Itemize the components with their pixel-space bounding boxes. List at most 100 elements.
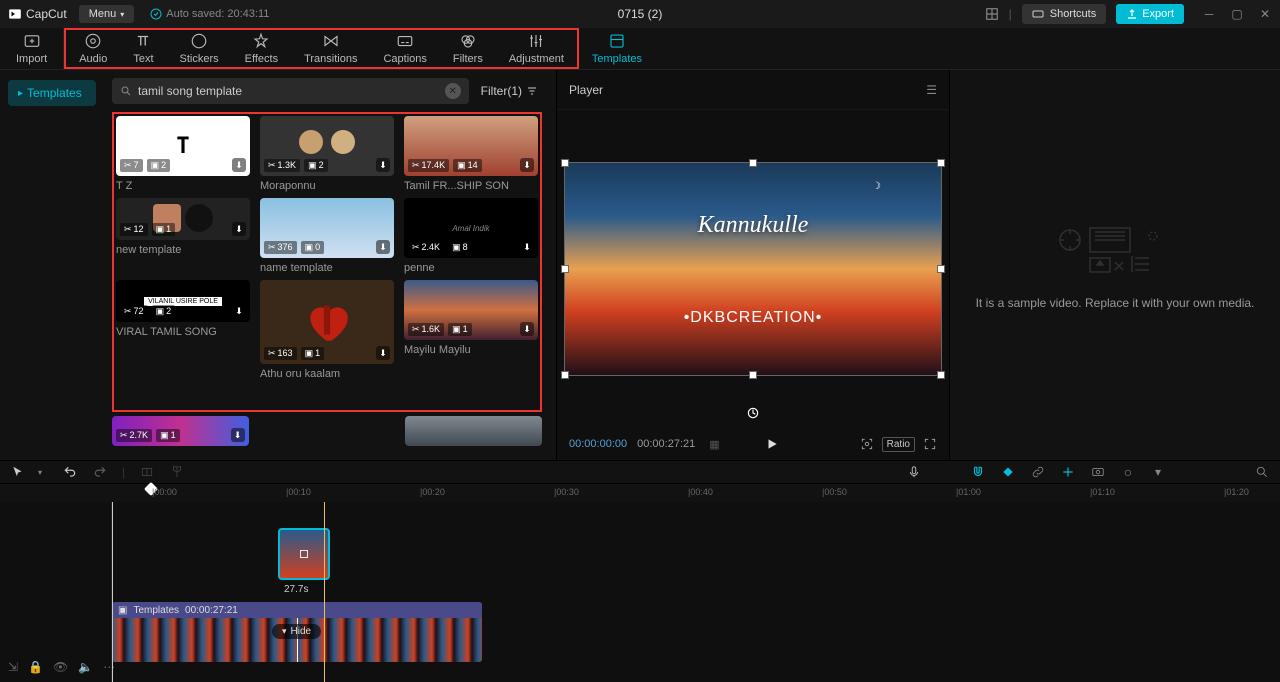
template-item[interactable]: VILANIL USIRE POLE ✂ 72▣ 2⬇ VIRAL TAMIL … bbox=[116, 280, 250, 380]
effects-icon bbox=[252, 32, 270, 50]
zoom-out-icon[interactable]: ○ bbox=[1120, 464, 1136, 480]
autosave-status: Auto saved: 20:43:11 bbox=[150, 8, 269, 20]
start-marker bbox=[112, 502, 113, 682]
search-icon bbox=[120, 85, 132, 97]
tl-eye-icon[interactable]: 👁 bbox=[53, 660, 68, 674]
filter-button[interactable]: Filter(1) bbox=[477, 84, 542, 98]
template-item[interactable]: Amal Indik ✂ 2.4K▣ 8⬇ penne bbox=[404, 198, 538, 274]
download-icon[interactable]: ⬇ bbox=[520, 158, 534, 172]
template-track-clip[interactable]: ▣ Templates 00:00:27:21 ▾ Hide bbox=[112, 602, 482, 662]
play-button[interactable] bbox=[765, 437, 779, 451]
tl-mute-icon[interactable]: 🔈 bbox=[78, 660, 93, 674]
sidebar-item-templates[interactable]: ▸ Templates bbox=[8, 80, 96, 106]
download-icon[interactable]: ⬇ bbox=[520, 240, 534, 254]
pointer-dropdown-icon[interactable]: ▾ bbox=[32, 464, 48, 480]
playhead-line[interactable] bbox=[324, 502, 325, 682]
template-item[interactable]: ✂ 1.6K▣ 1⬇ Mayilu Mayilu bbox=[404, 280, 538, 380]
template-item[interactable] bbox=[405, 416, 542, 446]
export-button[interactable]: Export bbox=[1116, 4, 1184, 24]
transitions-icon bbox=[322, 32, 340, 50]
import-tab[interactable]: Import bbox=[0, 28, 64, 69]
adjustment-icon bbox=[527, 32, 545, 50]
clip-time-label: 27.7s bbox=[284, 584, 308, 595]
menu-button[interactable]: Menu ▾ bbox=[79, 5, 135, 23]
undo-icon[interactable] bbox=[62, 464, 78, 480]
captions-tab[interactable]: Captions bbox=[370, 30, 439, 67]
mic-icon[interactable] bbox=[906, 464, 922, 480]
download-icon[interactable]: ⬇ bbox=[376, 240, 390, 254]
download-icon[interactable]: ⬇ bbox=[232, 222, 246, 236]
template-item[interactable]: ✂ 1.3K▣ 2⬇ Moraponnu bbox=[260, 116, 394, 192]
timeline-settings-icon[interactable]: ▾ bbox=[1150, 464, 1166, 480]
audio-tab[interactable]: Audio bbox=[66, 30, 120, 67]
preview-axis-icon[interactable] bbox=[1060, 464, 1076, 480]
filter-icon bbox=[526, 85, 538, 97]
captions-icon bbox=[396, 32, 414, 50]
hide-track-button[interactable]: ▾ Hide bbox=[272, 624, 321, 639]
download-icon[interactable]: ⬇ bbox=[376, 346, 390, 360]
redo-icon[interactable] bbox=[92, 464, 108, 480]
filters-icon bbox=[459, 32, 477, 50]
effects-tab[interactable]: Effects bbox=[232, 30, 291, 67]
placeholder-graphic bbox=[1055, 220, 1175, 280]
template-item[interactable]: ✂ 2.7K▣ 1⬇ bbox=[112, 416, 249, 446]
zoom-fit-icon[interactable] bbox=[1254, 464, 1270, 480]
template-item[interactable]: ✂ 376▣ 0⬇ name template bbox=[260, 198, 394, 274]
download-icon[interactable]: ⬇ bbox=[231, 428, 245, 442]
stickers-icon bbox=[190, 32, 208, 50]
templates-icon bbox=[608, 32, 626, 50]
maximize-icon[interactable]: ▢ bbox=[1230, 7, 1244, 21]
project-title: 0715 (2) bbox=[618, 7, 663, 21]
split-icon[interactable] bbox=[139, 464, 155, 480]
rotate-handle-icon[interactable] bbox=[746, 406, 760, 420]
stickers-tab[interactable]: Stickers bbox=[167, 30, 232, 67]
sample-media-text: It is a sample video. Replace it with yo… bbox=[956, 296, 1275, 310]
template-item[interactable]: ✂ 17.4K▣ 14⬇ Tamil FR...SHIP SON bbox=[404, 116, 538, 192]
templates-tab[interactable]: Templates bbox=[579, 28, 655, 69]
video-preview[interactable]: ☽ Kannukulle •DKBCREATION• bbox=[565, 163, 941, 375]
link-icon[interactable] bbox=[1030, 464, 1046, 480]
fullscreen-icon[interactable] bbox=[923, 437, 937, 451]
text-tab[interactable]: Text bbox=[120, 30, 166, 67]
download-icon[interactable]: ⬇ bbox=[520, 322, 534, 336]
download-icon[interactable]: ⬇ bbox=[376, 158, 390, 172]
overlay-text-2: •DKBCREATION• bbox=[684, 309, 823, 327]
template-item[interactable]: T ✂ 7▣ 2⬇ T Z bbox=[116, 116, 250, 192]
player-label: Player bbox=[569, 83, 603, 97]
clear-search-icon[interactable]: ✕ bbox=[445, 83, 461, 99]
app-logo: CapCut bbox=[8, 7, 67, 21]
ratio-button[interactable]: Ratio bbox=[882, 437, 915, 452]
adjustment-tab[interactable]: Adjustment bbox=[496, 30, 577, 67]
template-item[interactable]: ✂ 163▣ 1⬇ Athu oru kaalam bbox=[260, 280, 394, 380]
transitions-tab[interactable]: Transitions bbox=[291, 30, 370, 67]
magnet-icon[interactable] bbox=[970, 464, 986, 480]
layout-icon[interactable] bbox=[985, 7, 999, 21]
time-duration: 00:00:27:21 bbox=[637, 438, 695, 450]
tl-collapse-icon[interactable]: ⇲ bbox=[8, 660, 18, 674]
marker-icon[interactable] bbox=[169, 464, 185, 480]
minimize-icon[interactable]: ─ bbox=[1202, 7, 1216, 21]
blade-icon[interactable] bbox=[1000, 464, 1016, 480]
player-menu-icon[interactable]: ☰ bbox=[926, 83, 937, 97]
import-icon bbox=[23, 32, 41, 50]
shortcuts-button[interactable]: Shortcuts bbox=[1022, 4, 1106, 24]
text-icon bbox=[134, 32, 152, 50]
overlay-text-1: Kannukulle bbox=[698, 212, 809, 239]
download-icon[interactable]: ⬇ bbox=[232, 304, 246, 318]
download-icon[interactable]: ⬇ bbox=[232, 158, 246, 172]
template-results-highlight: T ✂ 7▣ 2⬇ T Z ✂ 1.3K▣ 2⬇ Moraponnu bbox=[112, 112, 542, 412]
capture-icon[interactable] bbox=[1090, 464, 1106, 480]
scan-icon[interactable] bbox=[860, 437, 874, 451]
timeline-clip-thumb[interactable] bbox=[278, 528, 330, 580]
close-icon[interactable]: ✕ bbox=[1258, 7, 1272, 21]
template-item[interactable]: ✂ 12▣ 1⬇ new template bbox=[116, 198, 250, 274]
grid-icon[interactable]: ▦ bbox=[709, 438, 719, 451]
filters-tab[interactable]: Filters bbox=[440, 30, 496, 67]
pointer-tool-icon[interactable] bbox=[10, 464, 26, 480]
timeline-ruler[interactable]: |00:00 |00:10 |00:20 |00:30 |00:40 |00:5… bbox=[0, 484, 1280, 502]
template-track-icon: ▣ bbox=[118, 605, 127, 616]
time-current: 00:00:00:00 bbox=[569, 438, 627, 450]
asset-tabs-highlight: Audio Text Stickers Effects Transitions … bbox=[64, 28, 579, 69]
tl-lock-icon[interactable]: 🔒 bbox=[28, 660, 43, 674]
search-input[interactable]: ✕ bbox=[112, 78, 469, 104]
